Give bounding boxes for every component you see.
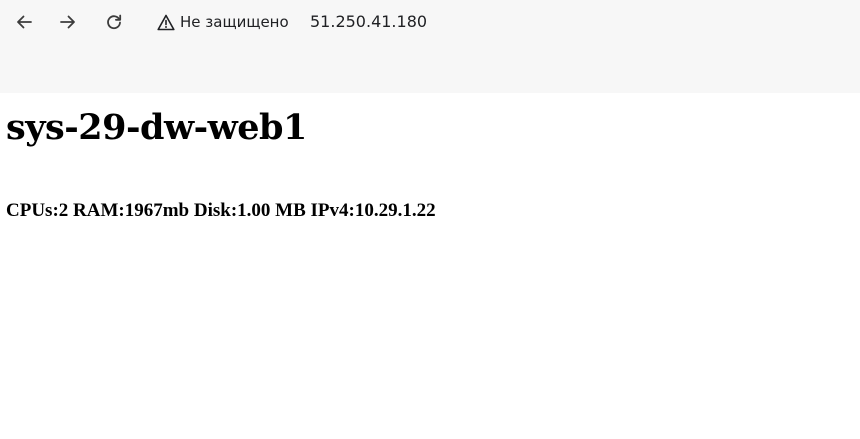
- reload-icon: [105, 13, 123, 31]
- system-info: CPUs:2 RAM:1967mb Disk:1.00 MB IPv4:10.2…: [6, 200, 436, 221]
- security-indicator[interactable]: Не защищено: [157, 11, 289, 33]
- page-content: sys-29-dw-web1 CPUs:2 RAM:1967mb Disk:1.…: [0, 93, 860, 439]
- arrow-left-icon: [15, 13, 33, 31]
- warning-triangle-icon: [157, 14, 180, 31]
- back-button[interactable]: [11, 9, 37, 35]
- forward-button[interactable]: [55, 9, 81, 35]
- security-label: Не защищено: [180, 13, 289, 31]
- reload-button[interactable]: [101, 9, 127, 35]
- page-title: sys-29-dw-web1: [6, 107, 307, 148]
- address-bar-url[interactable]: 51.250.41.180: [310, 11, 427, 33]
- arrow-right-icon: [59, 13, 77, 31]
- browser-toolbar: Не защищено 51.250.41.180: [0, 0, 860, 93]
